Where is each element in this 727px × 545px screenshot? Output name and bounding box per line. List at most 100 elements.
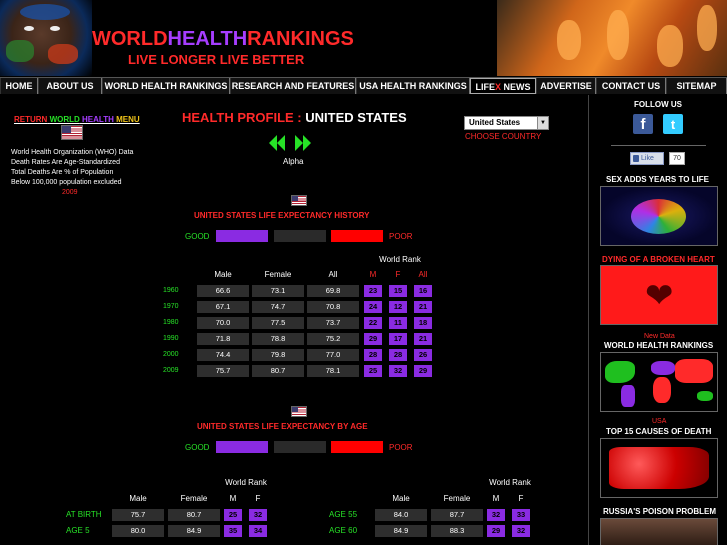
rank-female: 34 [249,525,267,537]
female-value: 74.7 [252,301,304,313]
year-label: 2009 [163,367,179,374]
russias-poison-heading[interactable]: RUSSIA'S POISON PROBLEM [603,507,716,516]
nav-about-us[interactable]: ABOUT US [38,78,102,94]
legend-poor-label: POOR [389,443,413,452]
male-value: 84.9 [375,525,427,537]
facebook-like-button[interactable]: Like [630,152,664,165]
header-face-image [0,0,92,76]
rank-all: 21 [414,333,432,345]
site-logo[interactable]: WORLDHEALTHRANKINGS [92,28,354,51]
female-value: 87.7 [431,509,483,521]
year-label: 2000 [163,351,179,358]
history-section-title: UNITED STATES LIFE EXPECTANCY HISTORY [194,211,370,220]
usa-label: USA [652,418,667,425]
all-value: 73.7 [307,317,359,329]
all-value: 69.8 [307,285,359,297]
rank-male: 28 [364,349,382,361]
broken-heart-image[interactable]: ❤ [600,265,718,325]
legend-mid-swatch [274,441,326,453]
twitter-icon[interactable]: t [663,114,683,134]
prev-country-arrow-icon[interactable] [269,135,285,151]
next-country-arrow-icon[interactable] [295,135,311,151]
rank-male: 35 [224,525,242,537]
female-value: 80.7 [168,509,220,521]
right-sidebar: FOLLOW US f t Like 70 SEX ADDS YEARS TO … [588,95,727,545]
nav-contact-us[interactable]: CONTACT US [596,78,666,94]
rank-all: 16 [414,285,432,297]
rank-female: 17 [389,333,407,345]
rank-header-m: M [229,494,237,503]
alpha-label[interactable]: Alpha [283,157,303,166]
rank-header-f: F [518,494,524,503]
rank-female: 15 [389,285,407,297]
legend-good-swatch [216,230,268,242]
brain-image[interactable] [600,186,718,246]
col-header-all: All [328,270,338,279]
male-value: 80.0 [112,525,164,537]
site-tagline: LIVE LONGER LIVE BETTER [128,52,305,67]
broken-heart-heading[interactable]: DYING OF A BROKEN HEART [602,255,715,264]
site-header: WORLDHEALTHRANKINGS LIVE LONGER LIVE BET… [0,0,727,76]
female-value: 88.3 [431,525,483,537]
legend-mid-swatch [274,230,326,242]
usa-map-image[interactable] [600,438,718,498]
rank-female: 28 [389,349,407,361]
facebook-icon[interactable]: f [633,114,653,134]
nav-home[interactable]: HOME [0,78,38,94]
nav-advertise[interactable]: ADVERTISE [536,78,596,94]
rank-header-f: F [255,494,261,503]
world-health-rankings-heading[interactable]: WORLD HEALTH RANKINGS [604,341,713,350]
country-select[interactable]: United States ▼ [464,116,549,130]
col-header-male: Male [392,494,410,503]
rank-all: 29 [414,365,432,377]
male-value: 66.6 [197,285,249,297]
info-line: Total Deaths Are % of Population [11,169,114,176]
nav-world-health-rankings[interactable]: WORLD HEALTH RANKINGS [102,78,230,94]
rank-female: 12 [389,301,407,313]
rank-male: 23 [364,285,382,297]
legend-poor-label: POOR [389,232,413,241]
rank-male: 29 [487,525,505,537]
us-flag-icon [291,406,307,417]
col-header-male: Male [214,270,232,279]
world-rank-header: World Rank [225,478,267,487]
prev-next-arrows [269,135,311,151]
year-label: 1980 [163,319,179,326]
legend-poor-swatch [331,230,383,242]
male-value: 84.0 [375,509,427,521]
legend-good-label: GOOD [185,443,210,452]
nav-sitemap[interactable]: SITEMAP [666,78,727,94]
world-map-image[interactable] [600,352,718,412]
nav-research-and-features[interactable]: RESEARCH AND FEATURES [230,78,356,94]
rank-male: 25 [224,509,242,521]
male-value: 75.7 [197,365,249,377]
age-label: AT BIRTH [66,510,102,519]
chevron-down-icon[interactable]: ▼ [537,117,548,129]
world-rank-header: World Rank [489,478,531,487]
poison-problem-image[interactable] [600,518,718,545]
rank-female: 32 [512,525,530,537]
rank-female: 32 [389,365,407,377]
sex-adds-years-heading[interactable]: SEX ADDS YEARS TO LIFE [606,175,709,184]
nav-lifex-news[interactable]: LIFEX NEWS [470,78,536,94]
male-value: 75.7 [112,509,164,521]
rank-header-all: All [418,270,428,279]
rank-male: 32 [487,509,505,521]
female-value: 84.9 [168,525,220,537]
info-line: World Health Organization (WHO) Data [11,149,134,156]
us-flag-icon [291,195,307,206]
rank-female: 11 [389,317,407,329]
nav-usa-health-rankings[interactable]: USA HEALTH RANKINGS [356,78,470,94]
choose-country-label: CHOOSE COUNTRY [465,132,542,141]
return-world-health-menu-link[interactable]: RETURN WORLD HEALTH MENU [14,115,140,124]
legend-good-swatch [216,441,268,453]
info-year: 2009 [62,189,78,196]
rank-header-m: M [369,270,377,279]
all-value: 77.0 [307,349,359,361]
us-flag-icon [61,125,83,140]
all-value: 70.8 [307,301,359,313]
info-line: Death Rates Are Age-Standardized [11,159,120,166]
age-label: AGE 60 [329,526,358,535]
top-15-causes-heading[interactable]: TOP 15 CAUSES OF DEATH [606,427,711,436]
rank-male: 22 [364,317,382,329]
